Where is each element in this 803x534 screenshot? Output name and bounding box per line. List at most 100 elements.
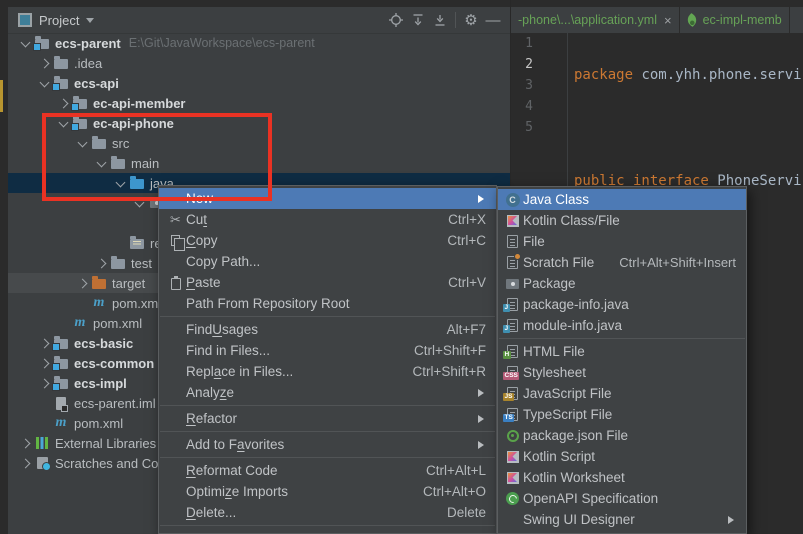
chevron-down-icon[interactable]: [86, 17, 95, 27]
menu-item-copy-path[interactable]: Copy Path...: [159, 251, 496, 272]
menu-item-optimize-imports[interactable]: Optimi z e Imports Ctrl+Alt+O: [159, 481, 496, 502]
hide-panel-icon[interactable]: —: [482, 9, 504, 31]
chevron-right-icon[interactable]: [94, 253, 110, 273]
chevron-right-icon[interactable]: [37, 53, 53, 73]
chevron-down-icon[interactable]: [18, 33, 34, 53]
line-number-current: 2: [525, 57, 533, 72]
file-icon: [504, 233, 521, 250]
close-tab-icon[interactable]: ×: [664, 13, 672, 28]
menu-item-find-in-files[interactable]: Find in Files... Ctrl+Shift+F: [159, 340, 496, 361]
libraries-icon: [34, 433, 50, 453]
submenu-item-package-info[interactable]: J package-info.java: [498, 294, 746, 315]
menu-item-new[interactable]: New: [159, 188, 496, 209]
chevron-down-icon[interactable]: [113, 173, 129, 193]
menu-item-analyze[interactable]: Analy z e: [159, 382, 496, 403]
submenu-item-kotlin-class[interactable]: Kotlin Class/File: [498, 210, 746, 231]
tree-row-ecs-api[interactable]: ecs-api: [8, 73, 510, 93]
menu-item-replace-in-files[interactable]: Repl a ce in Files... Ctrl+Shift+R: [159, 361, 496, 382]
submenu-item-typescript-file[interactable]: TS TypeScript File: [498, 404, 746, 425]
line-number: 1: [525, 36, 533, 51]
submenu-item-swing-ui-designer[interactable]: Swing UI Designer: [498, 509, 746, 530]
menu-item-add-to-favorites[interactable]: Add to Fa vorites: [159, 434, 496, 455]
submenu-arrow-icon: [478, 440, 488, 449]
chevron-right-icon[interactable]: [37, 353, 53, 373]
tree-row-ec-api-phone[interactable]: ec-api-phone: [8, 113, 510, 133]
submenu-item-kotlin-script[interactable]: Kotlin Script: [498, 446, 746, 467]
submenu-item-javascript-file[interactable]: JS JavaScript File: [498, 383, 746, 404]
menu-item-copy[interactable]: Copy Ctrl+C: [159, 230, 496, 251]
menu-item-paste[interactable]: Paste Ctrl+V: [159, 272, 496, 293]
context-menu: New ✂ Cu t Ctrl+X Copy Ctrl+C Copy Path..…: [158, 185, 497, 534]
chevron-right-icon[interactable]: [37, 333, 53, 353]
settings-gear-icon[interactable]: ⚙: [460, 9, 482, 31]
line-number: 4: [525, 99, 533, 114]
chevron-none: [37, 393, 53, 413]
chevron-none: [37, 413, 53, 433]
css-file-icon: CSS: [503, 364, 521, 381]
tree-row-main[interactable]: main: [8, 153, 510, 173]
java-file-icon: J: [503, 296, 521, 313]
menu-item-refactor[interactable]: Refactor: [159, 408, 496, 429]
menu-item-path-from-repository-root[interactable]: Path From Repository Root: [159, 293, 496, 314]
menu-item-reformat-code[interactable]: Reformat Code Ctrl+Alt+L: [159, 460, 496, 481]
excluded-folder-icon: [91, 273, 107, 293]
project-panel-title: Project: [39, 12, 80, 28]
chevron-down-icon[interactable]: [94, 153, 110, 173]
chevron-down-icon[interactable]: [37, 73, 53, 93]
folder-icon: [110, 253, 126, 273]
maven-file-icon: m: [55, 415, 67, 430]
chevron-right-icon[interactable]: [18, 453, 34, 473]
kotlin-icon: [504, 448, 521, 465]
chevron-down-icon[interactable]: [132, 193, 148, 213]
menu-item-build-module[interactable]: Build Module 'ec-api-phone': [159, 528, 496, 533]
submenu-item-file[interactable]: File: [498, 231, 746, 252]
chevron-right-icon[interactable]: [37, 373, 53, 393]
project-path: E:\Git\JavaWorkspace\ecs-parent: [128, 36, 315, 50]
expand-all-icon[interactable]: [407, 9, 429, 31]
stripe-indicator: [0, 80, 3, 112]
module-folder-icon: [52, 353, 69, 373]
submenu-item-scratch-file[interactable]: Scratch File Ctrl+Alt+Shift+Insert: [498, 252, 746, 273]
chevron-down-icon[interactable]: [75, 133, 91, 153]
submenu-item-html-file[interactable]: H HTML File: [498, 341, 746, 362]
tab-ec-impl-member[interactable]: ec-impl-memb: [680, 7, 790, 33]
chevron-right-icon[interactable]: [75, 273, 91, 293]
chevron-right-icon[interactable]: [18, 433, 34, 453]
submenu-item-editorconfig[interactable]: ⚙ EditorConfig File: [498, 530, 746, 534]
maven-file-icon: m: [93, 295, 105, 310]
menu-separator: [160, 431, 495, 432]
menu-item-cut[interactable]: ✂ Cu t Ctrl+X: [159, 209, 496, 230]
submenu-item-java-class[interactable]: Java Class: [498, 189, 746, 210]
no-icon: [167, 384, 184, 401]
submenu-item-openapi[interactable]: OpenAPI Specification: [498, 488, 746, 509]
submenu-item-module-info[interactable]: J module-info.java: [498, 315, 746, 336]
tree-row-src[interactable]: src: [8, 133, 510, 153]
resources-folder-icon: [129, 233, 145, 253]
no-icon: [167, 190, 184, 207]
source-root-folder-icon: [129, 173, 145, 193]
submenu-item-kotlin-worksheet[interactable]: Kotlin Worksheet: [498, 467, 746, 488]
tab-application-yml[interactable]: -phone\...\application.yml ×: [511, 7, 680, 33]
chevron-down-icon[interactable]: [56, 113, 72, 133]
menu-item-find-usages[interactable]: Find Usages Alt+F7: [159, 319, 496, 340]
locate-file-icon[interactable]: [385, 9, 407, 31]
submenu-item-package[interactable]: Package: [498, 273, 746, 294]
collapse-all-icon[interactable]: [429, 9, 451, 31]
js-file-icon: JS: [503, 385, 521, 402]
openapi-icon: [504, 490, 521, 507]
no-icon: [167, 363, 184, 380]
chevron-right-icon[interactable]: [56, 93, 72, 113]
package-json-icon: [504, 427, 521, 444]
tree-row-ec-api-member[interactable]: ec-api-member: [8, 93, 510, 113]
line-number: 5: [525, 120, 533, 135]
menu-item-delete[interactable]: Delete... Delete: [159, 502, 496, 523]
submenu-arrow-icon: [728, 515, 738, 524]
chevron-none: [75, 293, 91, 313]
tree-row-ecs-parent[interactable]: ecs-parent E:\Git\JavaWorkspace\ecs-pare…: [8, 33, 510, 53]
submenu-item-stylesheet[interactable]: CSS Stylesheet: [498, 362, 746, 383]
submenu-item-package-json[interactable]: package.json File: [498, 425, 746, 446]
no-icon: [167, 436, 184, 453]
project-panel-header[interactable]: Project ⚙ —: [8, 7, 510, 34]
tree-row-idea[interactable]: .idea: [8, 53, 510, 73]
iml-file-icon: [53, 393, 69, 413]
